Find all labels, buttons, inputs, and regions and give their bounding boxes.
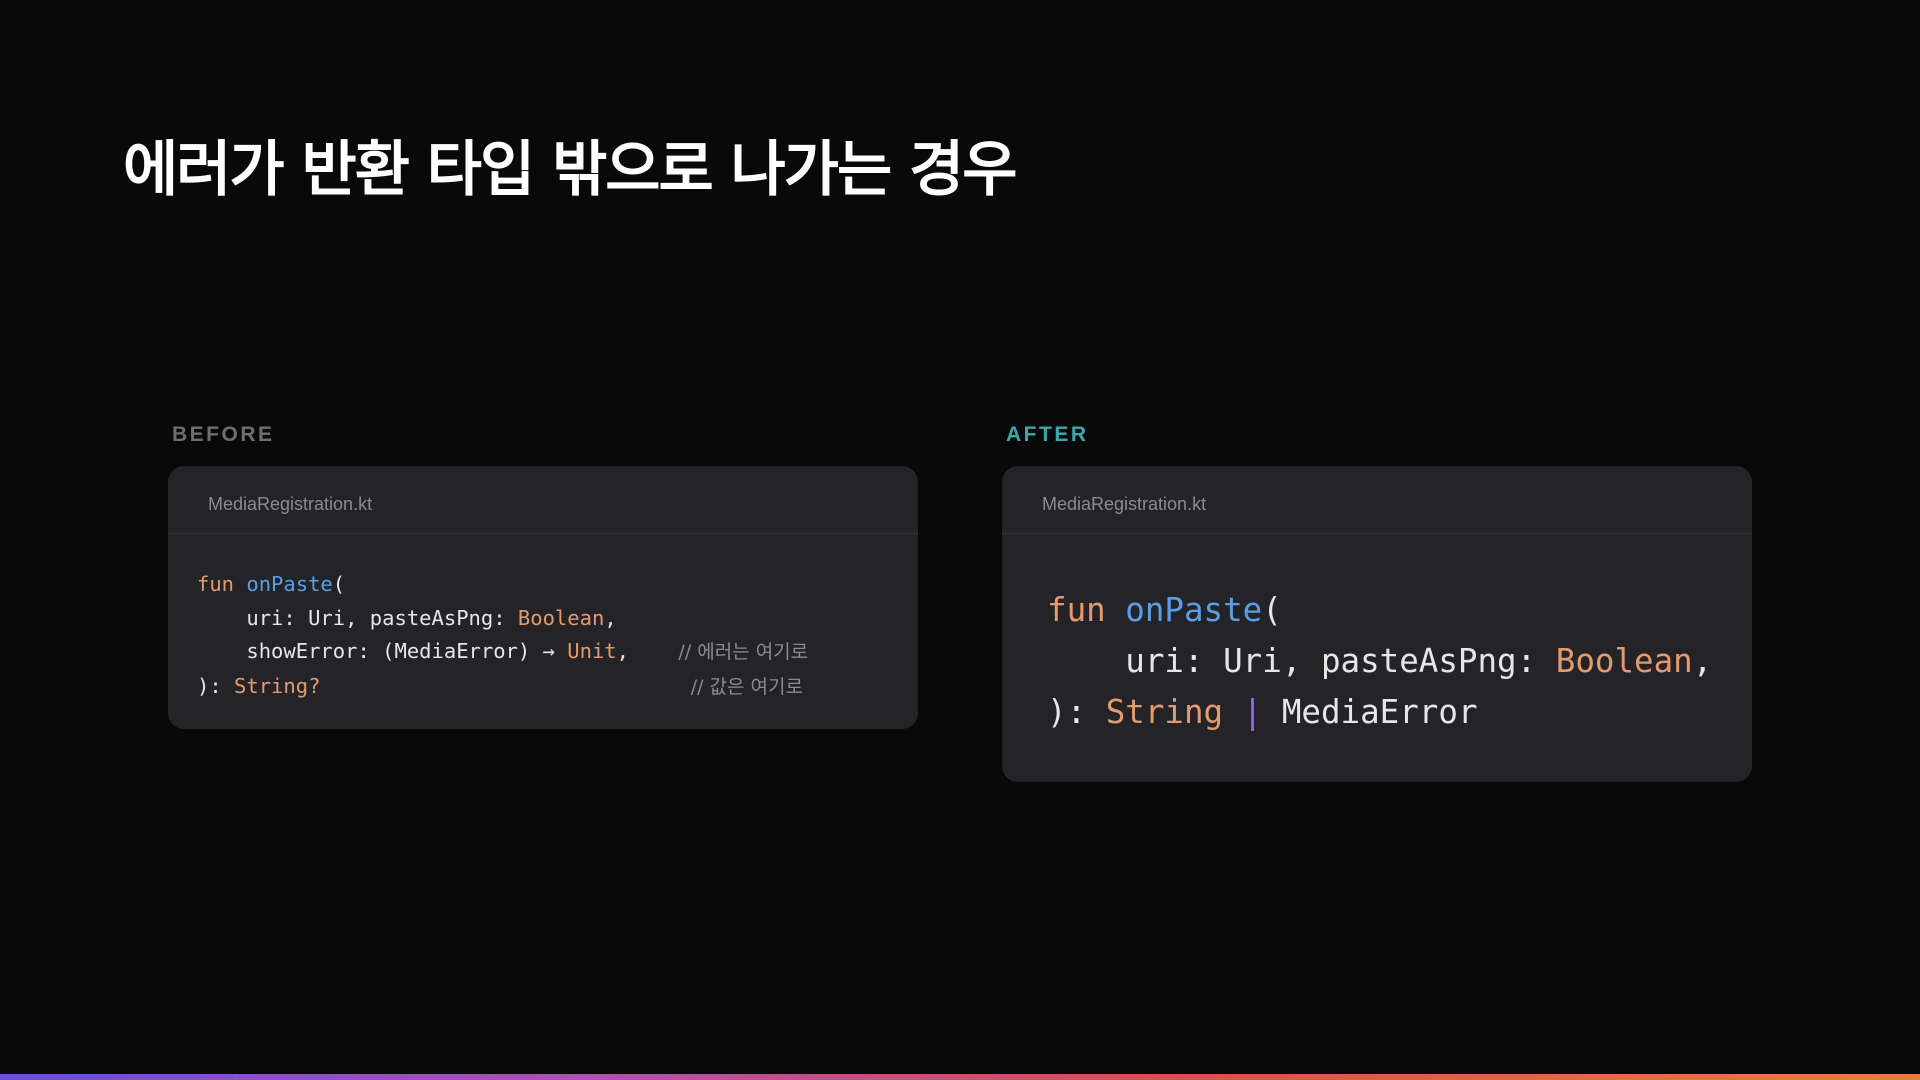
function-name: onPaste xyxy=(1125,591,1263,629)
before-code-block: fun onPaste( uri: Uri, pasteAsPng: Boole… xyxy=(168,568,918,704)
type-name: String? xyxy=(234,673,321,698)
keyword: fun xyxy=(197,572,235,596)
type-name: String xyxy=(1105,693,1224,731)
punctuation: ( xyxy=(332,572,346,596)
slide-title: 에러가 반환 타입 밖으로 나가는 경우 xyxy=(123,135,1017,205)
code-text: ): xyxy=(1047,693,1106,731)
code-text: uri: Uri, pasteAsPng: xyxy=(1125,642,1556,680)
slide: 에러가 반환 타입 밖으로 나가는 경우 BEFORE AFTER MediaR… xyxy=(0,0,1920,1080)
keyword: fun xyxy=(1047,591,1106,629)
after-code-block: fun onPaste( uri: Uri, pasteAsPng: Boole… xyxy=(1002,585,1752,738)
punctuation: , xyxy=(1692,642,1713,680)
after-code-card: MediaRegistration.kt fun onPaste( uri: U… xyxy=(1002,466,1752,782)
before-code-card: MediaRegistration.kt fun onPaste( uri: U… xyxy=(168,466,918,729)
punctuation: ( xyxy=(1262,591,1282,629)
code-text: ): xyxy=(197,673,235,698)
code-text: showError: (MediaError) → xyxy=(246,639,568,663)
code-text: uri: Uri, pasteAsPng: xyxy=(246,605,518,630)
after-label: AFTER xyxy=(1006,423,1089,446)
type-name: MediaError xyxy=(1281,693,1478,731)
before-card-header: MediaRegistration.kt xyxy=(168,466,918,534)
function-name: onPaste xyxy=(246,572,333,596)
type-name: Unit xyxy=(567,639,617,663)
before-file-name: MediaRegistration.kt xyxy=(208,494,373,514)
punctuation: , xyxy=(604,605,617,630)
after-card-header: MediaRegistration.kt xyxy=(1002,466,1752,534)
type-name: Boolean xyxy=(1555,642,1693,680)
gradient-bottom-bar xyxy=(0,1074,1920,1080)
before-label: BEFORE xyxy=(172,423,275,446)
code-comment: // 값은 여기로 xyxy=(690,675,803,698)
union-pipe: | xyxy=(1242,693,1263,731)
code-comment: // 에러는 여기로 xyxy=(678,641,809,663)
after-file-name: MediaRegistration.kt xyxy=(1042,494,1207,514)
punctuation: , xyxy=(616,639,629,663)
type-name: Boolean xyxy=(517,605,605,630)
